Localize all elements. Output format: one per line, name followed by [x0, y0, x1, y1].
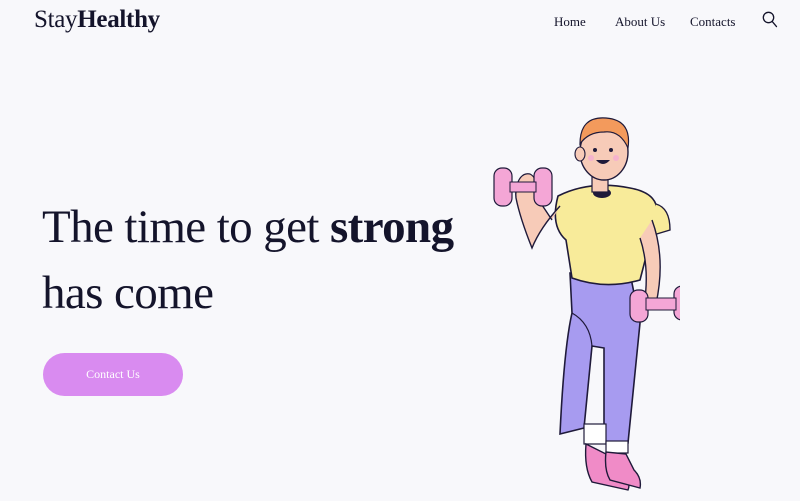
headline-line-2: has come: [42, 267, 214, 319]
nav-item-home[interactable]: Home: [554, 14, 586, 30]
nav-item-about-us[interactable]: About Us: [615, 14, 665, 30]
nav-item-contacts[interactable]: Contacts: [690, 14, 736, 30]
logo-prefix: Stay: [34, 6, 78, 33]
search-icon[interactable]: [762, 11, 778, 29]
logo[interactable]: StayHealthy: [34, 6, 160, 34]
headline-prefix: The time to get: [42, 201, 330, 253]
hero-headline: The time to get strong has come: [42, 194, 454, 326]
logo-bold: Healthy: [77, 6, 160, 33]
headline-bold: strong: [329, 201, 454, 253]
contact-us-button[interactable]: Contact Us: [43, 353, 183, 396]
headline-line-1: The time to get strong: [42, 194, 454, 260]
man-lifting-dumbbells-illustration: [480, 108, 691, 496]
